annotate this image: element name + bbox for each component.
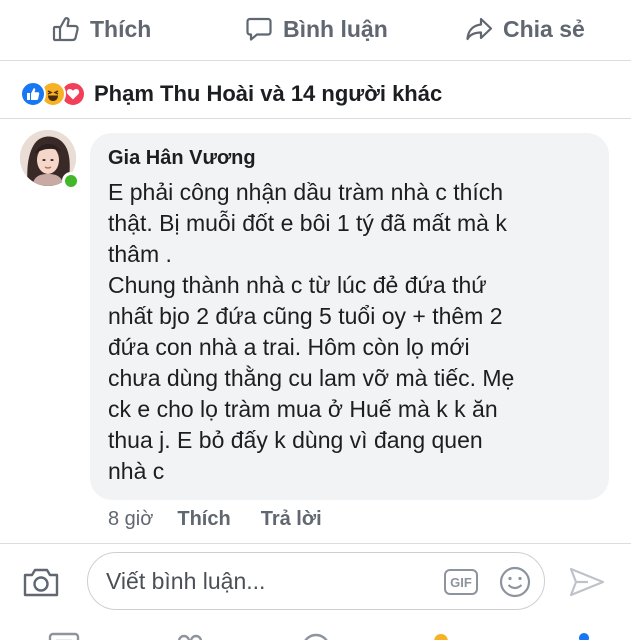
divider <box>0 60 631 61</box>
share-arrow-icon <box>465 15 493 43</box>
comment-input-placeholder: Viết bình luận... <box>106 568 266 594</box>
post-action-bar: Thích Bình luận Chia sẻ <box>0 0 631 58</box>
share-button[interactable]: Chia sẻ <box>465 12 585 46</box>
friends-icon[interactable] <box>172 632 208 640</box>
share-button-label: Chia sẻ <box>503 15 585 42</box>
comment-text-line: E phải công nhận dầu tràm nhà c thích <box>108 179 504 205</box>
comment-reply-button[interactable]: Trả lời <box>261 508 322 531</box>
like-button[interactable]: Thích <box>52 12 151 46</box>
comment-text-line: nhất bjo 2 đứa cũng 5 tuổi oy + thêm 2 <box>108 303 503 329</box>
online-status-dot <box>62 172 80 190</box>
comment-input[interactable]: Viết bình luận... GIF <box>87 552 545 610</box>
comment-text-line: Chung thành nhà c từ lúc đẻ đứa thứ <box>108 272 487 298</box>
divider <box>0 118 631 119</box>
send-icon[interactable] <box>568 566 606 603</box>
reactions-summary[interactable]: Phạm Thu Hoài và 14 người khác <box>20 76 442 112</box>
thumbs-up-icon <box>52 15 80 43</box>
comment-text-line: thật. Bị muỗi đốt e bôi 1 tý đã mất mà k <box>108 210 507 236</box>
comment-button[interactable]: Bình luận <box>245 12 388 46</box>
divider <box>0 543 631 544</box>
gif-button[interactable]: GIF <box>444 569 478 595</box>
comment-text-line: chưa dùng thằng cu lam vỡ mà tiếc. Mẹ <box>108 365 515 391</box>
smiley-icon[interactable] <box>498 565 532 604</box>
menu-icon[interactable] <box>555 632 591 640</box>
comment-meta: 8 giờ Thích Trả lời <box>108 506 352 532</box>
speech-bubble-icon <box>245 15 273 43</box>
comment-text: E phải công nhận dầu tràm nhà c thích th… <box>108 177 593 487</box>
notifications-bell-icon[interactable] <box>425 632 457 640</box>
reactions-summary-text: Phạm Thu Hoài và 14 người khác <box>94 81 443 106</box>
comment-text-line: nhà c <box>108 458 165 484</box>
camera-icon[interactable] <box>22 566 60 603</box>
like-icon <box>20 81 46 107</box>
comment-button-label: Bình luận <box>283 15 388 42</box>
comment-text-line: thua j. E bỏ đấy k dùng vì đang quen <box>108 427 483 453</box>
news-feed-icon[interactable] <box>48 632 80 640</box>
comment-author[interactable]: Gia Hân Vương <box>108 145 593 171</box>
comment-timestamp[interactable]: 8 giờ <box>108 508 153 531</box>
comment-text-line: ck e cho lọ tràm mua ở Huế mà k k ăn <box>108 396 498 422</box>
comment-bubble: Gia Hân Vương E phải công nhận dầu tràm … <box>90 133 609 500</box>
comment-like-button[interactable]: Thích <box>177 508 230 531</box>
like-button-label: Thích <box>90 15 152 42</box>
comment-composer: Viết bình luận... GIF <box>0 546 631 618</box>
comment-text-line: đứa con nhà a trai. Hôm còn lọ mới <box>108 334 470 360</box>
watch-icon[interactable] <box>300 632 332 640</box>
bottom-tab-bar <box>0 622 631 640</box>
comment-text-line: thâm . <box>108 241 172 267</box>
